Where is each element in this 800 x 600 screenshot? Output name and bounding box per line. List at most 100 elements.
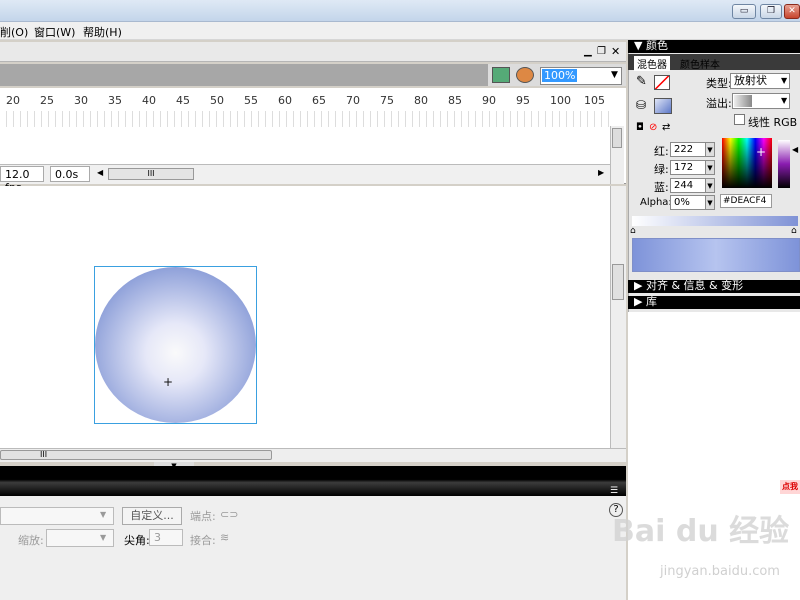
linear-rgb-checkbox[interactable] (734, 114, 745, 125)
doc-restore-icon[interactable]: ❐ (597, 46, 606, 57)
brightness-slider[interactable] (778, 140, 790, 188)
watermark-brand: Bai du 经验 (612, 514, 790, 549)
gradient-stop-left[interactable]: ⌂ (630, 226, 636, 236)
ruler-tick: 65 (312, 94, 326, 107)
stage-vscroll-thumb[interactable] (612, 264, 624, 300)
tab-mixer[interactable]: 混色器 (634, 56, 670, 71)
stage-vscroll[interactable] (610, 186, 626, 448)
join-label: 接合: (190, 534, 216, 547)
green-label: 绿: (654, 163, 669, 176)
watermark-badge: 点我 (780, 480, 800, 494)
fps-field[interactable]: 12.0 fps (0, 166, 44, 194)
default-colors-icon[interactable]: ◘ (636, 122, 644, 133)
overflow-label: 溢出: (706, 97, 732, 110)
restore-button[interactable]: ❐ (760, 4, 782, 19)
align-panel-title-text: 对齐 & 信息 & 变形 (645, 279, 744, 292)
alpha-label: Alpha: (640, 197, 672, 208)
color-panel-title-text: 颜色 (645, 39, 668, 52)
chevron-down-icon[interactable]: ▼ (100, 533, 106, 542)
radial-gradient-circle[interactable] (95, 267, 256, 423)
scroll-right-icon[interactable]: ▶ (598, 168, 604, 177)
triangle-right-icon: ▶ (634, 295, 646, 308)
edit-symbol-icon[interactable] (516, 67, 534, 83)
fill-color-swatch[interactable] (654, 98, 672, 114)
blue-input[interactable]: 244 (670, 178, 706, 193)
library-panel-title[interactable]: ▶ 库 (628, 296, 800, 309)
red-spinner[interactable]: ▼ (705, 142, 715, 157)
close-button[interactable]: ✕ (784, 4, 800, 19)
fill-bucket-icon[interactable]: ⛁ (636, 98, 646, 112)
ruler-tick: 60 (278, 94, 292, 107)
linear-rgb-label: 线性 RGB (748, 116, 798, 129)
ruler-tick: 55 (244, 94, 258, 107)
doc-minimize-icon[interactable]: ▁ (584, 46, 592, 57)
ruler-tick: 105 (584, 94, 605, 107)
document-header (0, 42, 626, 62)
type-label: 类型: (706, 77, 732, 90)
title-bar (0, 0, 800, 22)
time-field: 0.0s (50, 166, 90, 182)
scale-label: 缩放: (18, 534, 44, 547)
gradient-definition-bar[interactable] (632, 216, 798, 226)
no-color-icon[interactable]: ⊘ (649, 122, 657, 133)
timeline-vscroll-thumb[interactable] (612, 128, 622, 148)
ruler-tick: 25 (40, 94, 54, 107)
gradient-preview (632, 238, 800, 272)
minimize-button[interactable]: ▭ (732, 4, 756, 19)
blue-spinner[interactable]: ▼ (705, 178, 715, 193)
cap-label: 端点: (190, 510, 216, 523)
color-panel-title[interactable]: ▼ 颜色 (628, 40, 800, 53)
green-spinner[interactable]: ▼ (705, 160, 715, 175)
stroke-color-swatch[interactable] (654, 75, 670, 90)
miter-input[interactable]: 3 (149, 529, 183, 546)
chevron-down-icon[interactable]: ▼ (611, 70, 618, 80)
alpha-spinner[interactable]: ▼ (705, 195, 715, 210)
frame-cells[interactable] (0, 111, 610, 127)
menu-modify[interactable]: 削(O) (0, 24, 28, 40)
timeline-hscroll-thumb[interactable]: III (108, 168, 194, 180)
panel-menu-icon[interactable]: ☰ (610, 486, 618, 496)
tab-swatches[interactable]: 颜色样本 (680, 56, 720, 71)
chevron-down-icon[interactable]: ▼ (781, 76, 787, 85)
red-input[interactable]: 222 (670, 142, 706, 157)
swap-colors-icon[interactable]: ⇄ (662, 122, 670, 133)
ruler-tick: 90 (482, 94, 496, 107)
chevron-down-icon[interactable]: ▼ (100, 510, 106, 519)
green-input[interactable]: 172 (670, 160, 706, 175)
document-tab-bar (0, 64, 488, 86)
stroke-style-select[interactable] (0, 507, 114, 525)
pencil-icon[interactable]: ✎ (636, 74, 647, 89)
gradient-stop-right[interactable]: ⌂ (791, 226, 797, 236)
ruler-tick: 30 (74, 94, 88, 107)
stage[interactable] (0, 186, 610, 448)
hscroll-grip: III (40, 450, 48, 459)
miter-label: 尖角: (124, 534, 150, 547)
chevron-down-icon[interactable]: ▼ (781, 96, 787, 105)
menu-window[interactable]: 窗口(W) (34, 24, 75, 40)
join-icon[interactable]: ≋ (220, 531, 229, 544)
ruler-tick: 20 (6, 94, 20, 107)
align-panel-title[interactable]: ▶ 对齐 & 信息 & 变形 (628, 280, 800, 293)
ruler-tick: 80 (414, 94, 428, 107)
brightness-arrow-icon[interactable]: ◀ (792, 145, 798, 154)
scroll-left-icon[interactable]: ◀ (97, 168, 103, 177)
menu-help[interactable]: 帮助(H) (83, 24, 122, 40)
crosshair-icon: + (163, 375, 174, 389)
custom-button[interactable]: 自定义... (122, 507, 182, 525)
watermark-url: jingyan.baidu.com (660, 564, 780, 579)
zoom-value: 100% (542, 69, 578, 82)
doc-close-icon[interactable]: ✕ (611, 45, 620, 58)
red-label: 红: (654, 145, 669, 158)
ruler-tick: 50 (210, 94, 224, 107)
blue-label: 蓝: (654, 181, 669, 194)
ruler-tick: 100 (550, 94, 571, 107)
triangle-right-icon: ▶ (634, 279, 646, 292)
cap-icon[interactable]: ⊂⊃ (220, 508, 238, 521)
alpha-input[interactable]: 0% (670, 195, 706, 210)
ruler-tick: 95 (516, 94, 530, 107)
properties-header (0, 466, 626, 496)
hex-field[interactable]: #DEACF4 (720, 194, 772, 208)
spectrum-crosshair-icon: + (756, 145, 767, 159)
edit-scene-icon[interactable] (492, 67, 510, 83)
ruler-tick: 75 (380, 94, 394, 107)
